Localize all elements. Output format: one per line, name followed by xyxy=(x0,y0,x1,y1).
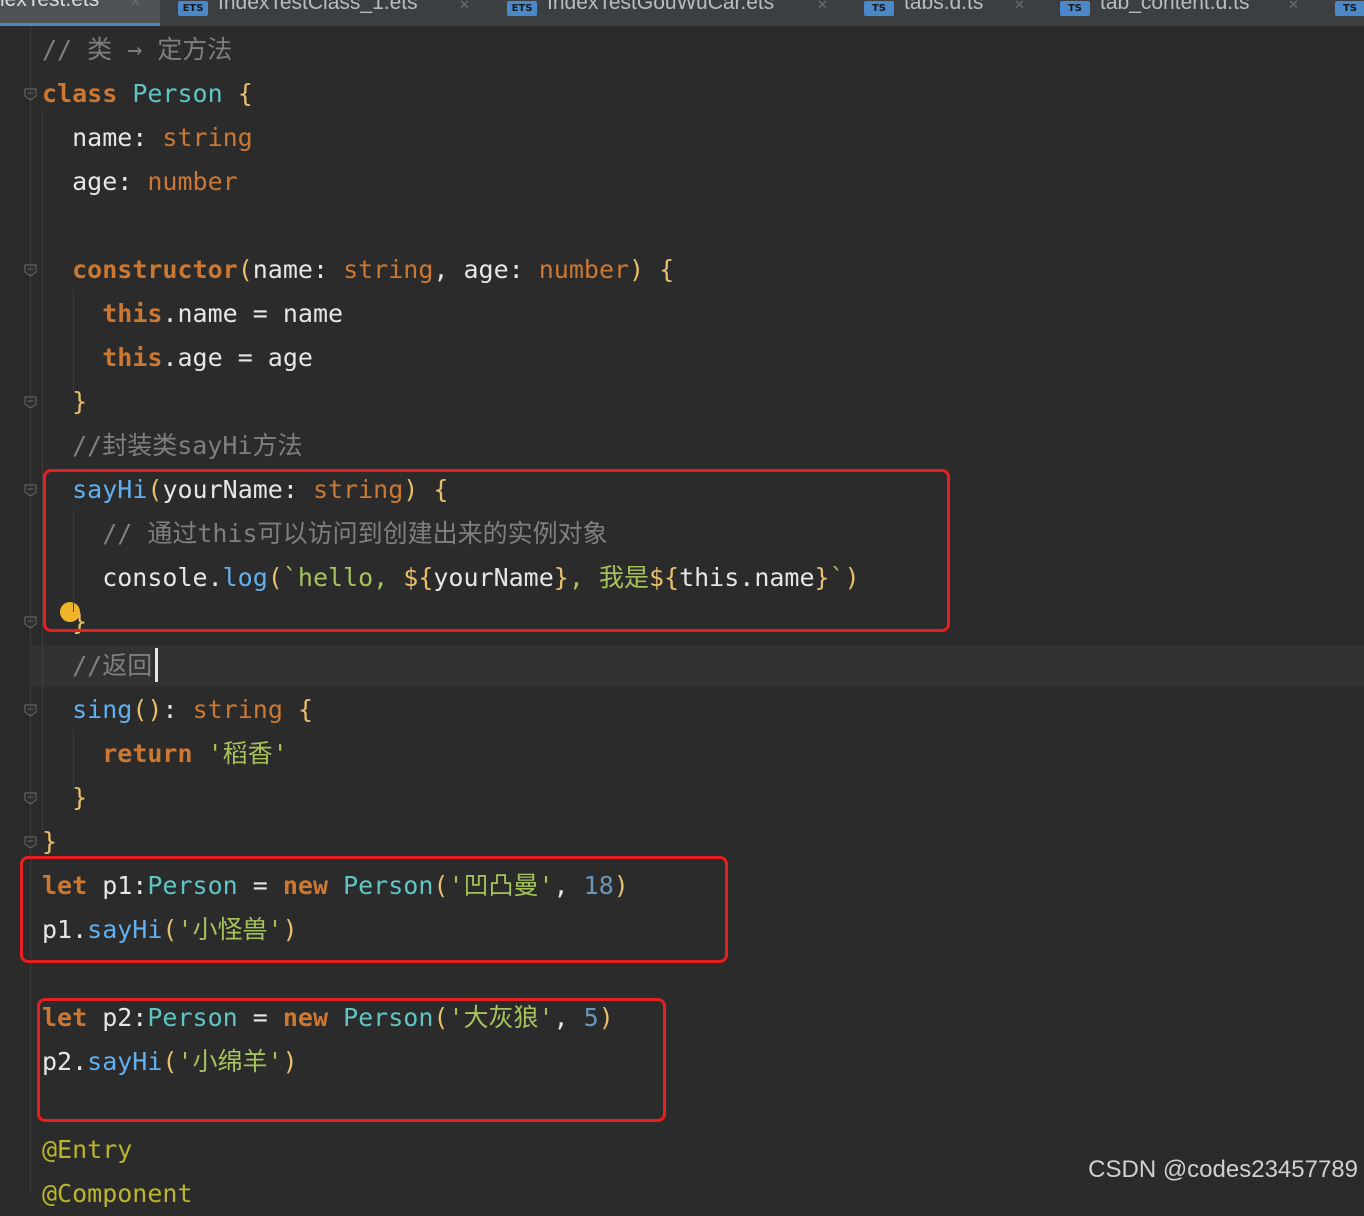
text-caret xyxy=(155,648,158,682)
fold-marker-icon[interactable] xyxy=(24,836,37,849)
tab-label: tab_content.d.ts xyxy=(1100,0,1250,14)
file-type-icon: TS xyxy=(864,1,894,16)
fold-marker-icon[interactable] xyxy=(24,264,37,277)
fold-marker-icon[interactable] xyxy=(24,88,37,101)
code-line[interactable]: age: number xyxy=(42,160,238,204)
code-line[interactable]: @Component xyxy=(42,1172,193,1216)
tab-label: IndexTestClass_1.ets xyxy=(218,0,418,14)
editor-tab[interactable]: ETS IndexTestGouWuCar.ets ✕ xyxy=(505,0,840,26)
code-line[interactable]: } xyxy=(42,776,87,820)
editor-tab[interactable]: ETS IndexTestClass_1.ets ✕ xyxy=(176,0,496,26)
highlight-box-sayhi-method xyxy=(43,469,950,632)
editor-tab[interactable]: TS xyxy=(1335,0,1364,26)
code-line[interactable]: this.name = name xyxy=(42,292,343,336)
highlight-box-p1 xyxy=(20,856,728,963)
intention-bulb-icon[interactable] xyxy=(60,602,80,622)
code-line[interactable]: @Entry xyxy=(42,1128,132,1172)
editor-tab[interactable]: lexTest.ets ✕ xyxy=(0,0,160,26)
code-line[interactable]: constructor(name: string, age: number) { xyxy=(42,248,674,292)
tab-label: lexTest.ets xyxy=(0,0,99,10)
code-line[interactable]: return '稻香' xyxy=(42,732,287,776)
highlight-box-p2 xyxy=(37,998,666,1122)
close-icon[interactable]: ✕ xyxy=(1014,0,1025,12)
watermark: CSDN @codes23457789 xyxy=(1088,1156,1358,1183)
tab-label: tabs.d.ts xyxy=(904,0,984,14)
file-type-icon: ETS xyxy=(178,1,208,16)
file-type-icon: TS xyxy=(1060,1,1090,16)
indent-guide xyxy=(73,730,74,790)
editor-tab-bar: lexTest.ets ✕ ETS IndexTestClass_1.ets ✕ ETS I… xyxy=(0,0,1364,26)
editor-tab[interactable]: TS tab_content.d.ts ✕ xyxy=(1058,0,1328,26)
fold-marker-icon[interactable] xyxy=(24,792,37,805)
code-line[interactable]: name: string xyxy=(42,116,253,160)
file-type-icon: ETS xyxy=(507,1,537,16)
tab-label: IndexTestGouWuCar.ets xyxy=(547,0,775,14)
fold-marker-icon[interactable] xyxy=(24,704,37,717)
code-line[interactable]: } xyxy=(42,380,87,424)
file-type-icon: TS xyxy=(1335,1,1364,16)
fold-marker-icon[interactable] xyxy=(24,616,37,629)
code-line[interactable]: // 类 → 定方法 xyxy=(42,28,232,72)
indent-guide xyxy=(73,510,74,612)
code-line[interactable]: sing(): string { xyxy=(42,688,313,732)
fold-marker-icon[interactable] xyxy=(24,396,37,409)
fold-marker-icon[interactable] xyxy=(24,484,37,497)
close-icon[interactable]: ✕ xyxy=(130,0,141,9)
editor-gutter xyxy=(30,26,31,1194)
close-icon[interactable]: ✕ xyxy=(817,0,828,12)
indent-guide xyxy=(73,290,74,392)
code-line[interactable]: this.age = age xyxy=(42,336,313,380)
code-line[interactable]: //返回 xyxy=(42,644,152,688)
current-line-highlight xyxy=(30,645,1364,687)
close-icon[interactable]: ✕ xyxy=(459,0,470,12)
close-icon[interactable]: ✕ xyxy=(1288,0,1299,12)
indent-guide xyxy=(42,110,43,830)
code-line[interactable]: class Person { xyxy=(42,72,253,116)
code-line[interactable]: //封装类sayHi方法 xyxy=(42,424,302,468)
editor-tab[interactable]: TS tabs.d.ts ✕ xyxy=(862,0,1042,26)
